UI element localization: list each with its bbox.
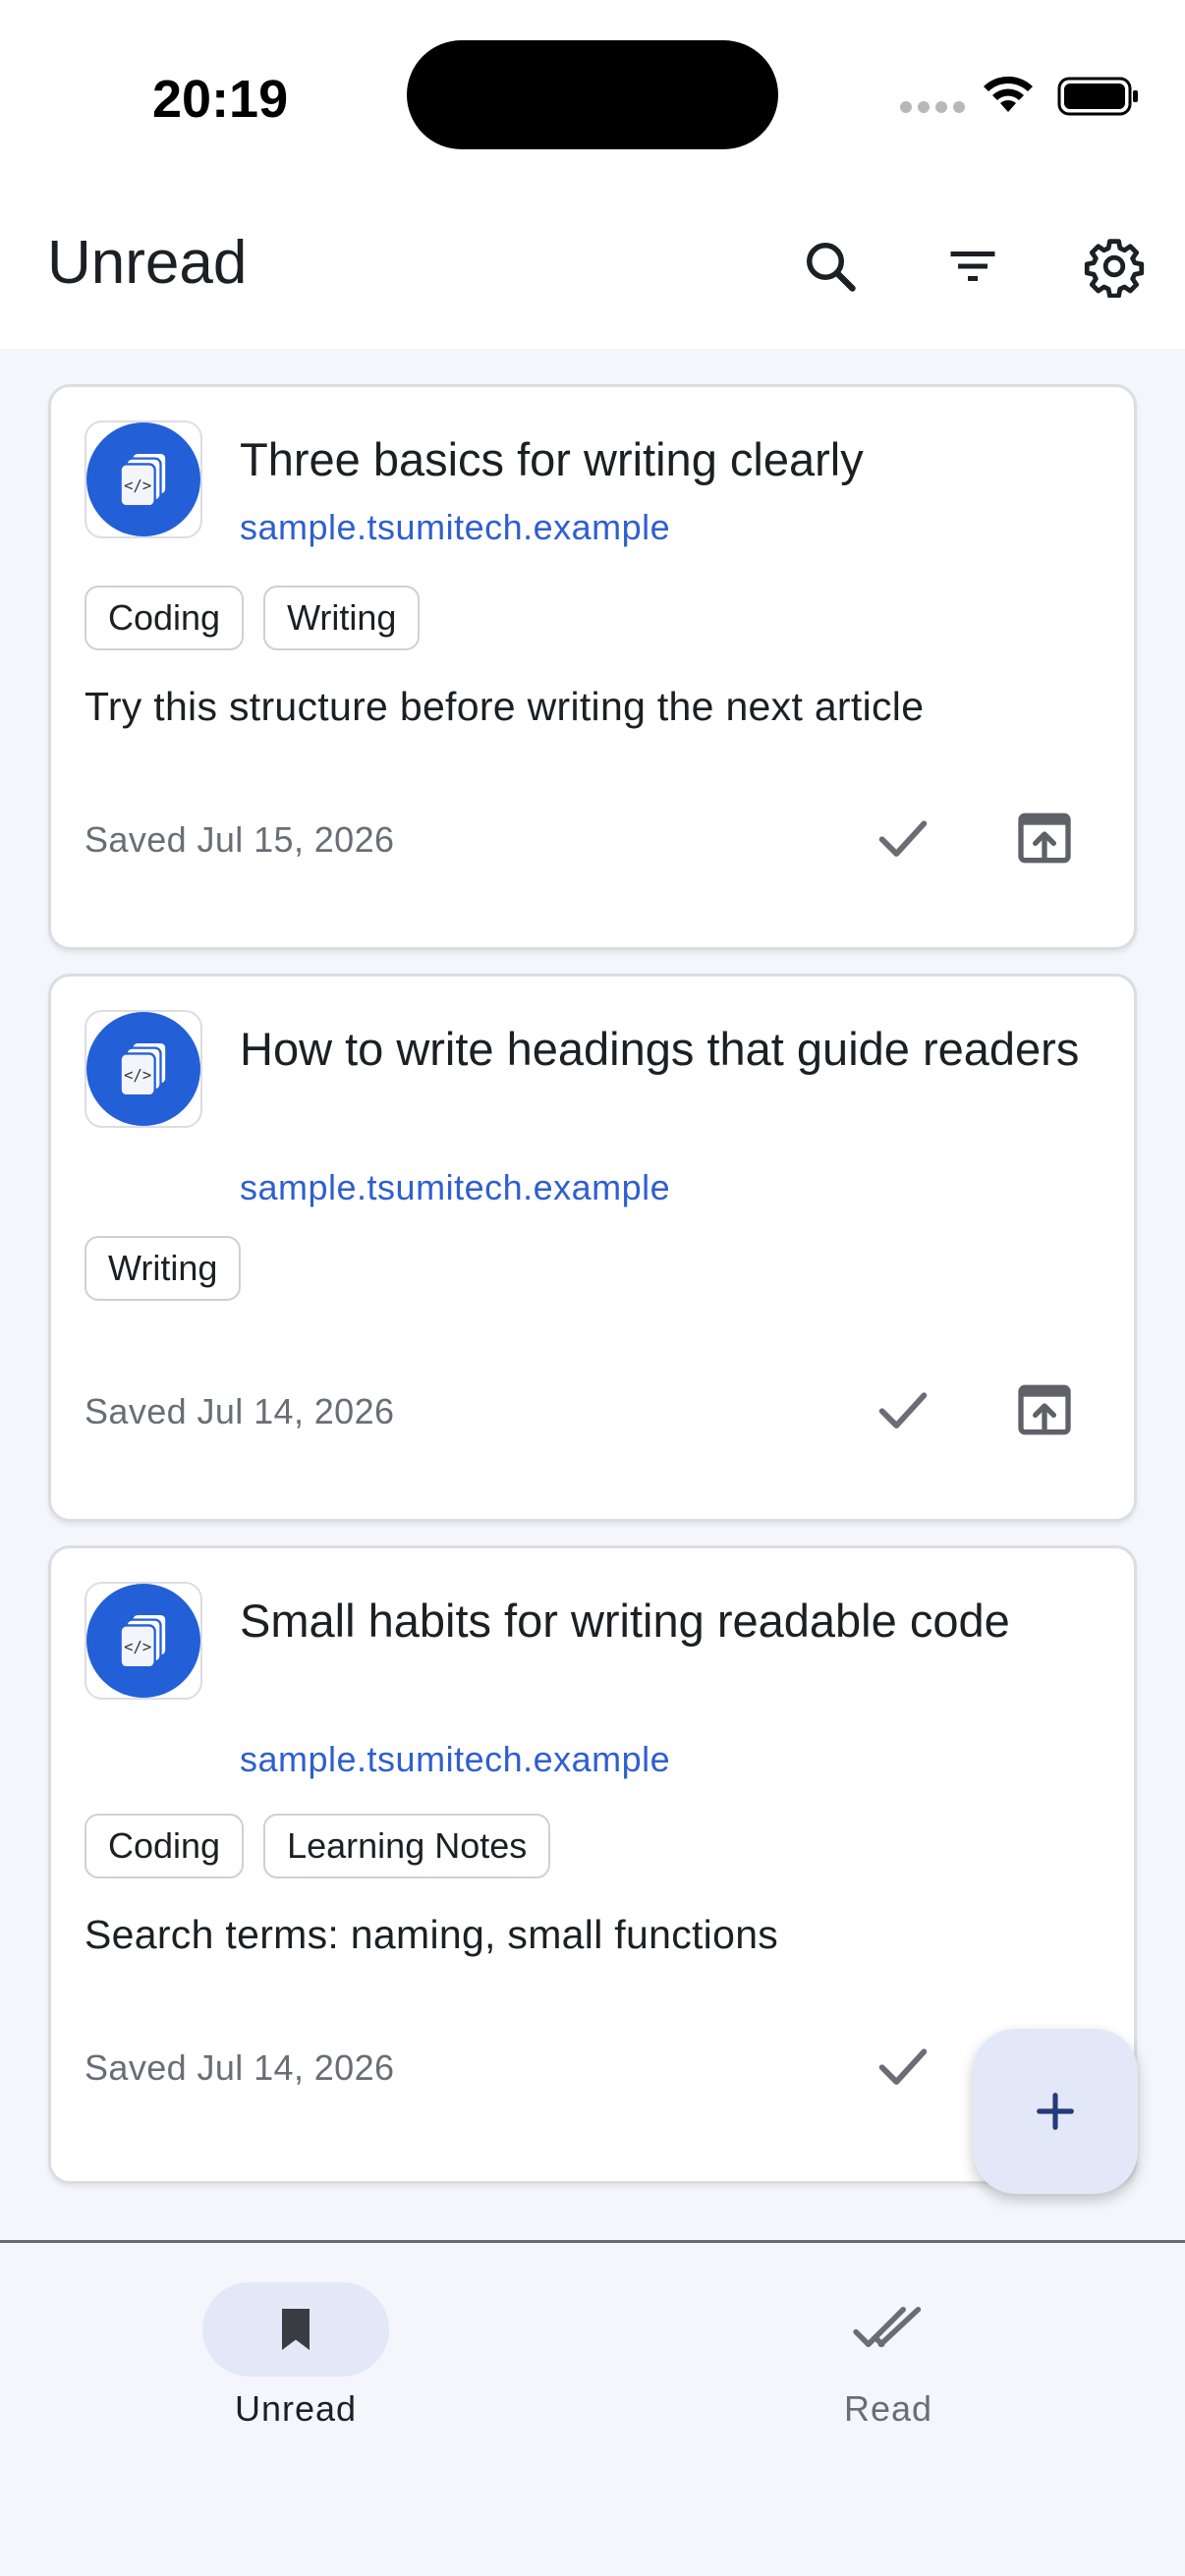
code-pages-icon: </> [119,1612,168,1669]
wifi-icon [984,76,1033,112]
page-title: Unread [47,229,248,297]
article-thumbnail: </> [85,420,202,538]
add-article-button[interactable] [973,2029,1138,2194]
open-in-browser-icon [1018,1384,1071,1435]
status-icons [861,0,1185,187]
nav-label: Unread [234,2388,358,2429]
check-icon [878,820,928,857]
article-title: Small habits for writing readable code [240,1595,1010,1647]
nav-item-read[interactable]: Read [741,2282,1036,2449]
mark-read-button[interactable] [859,1366,947,1454]
mark-read-button[interactable] [859,794,947,882]
open-article-button[interactable] [1000,794,1089,882]
code-pages-icon: </> [119,451,168,508]
code-pages-icon: </> [119,1040,168,1097]
article-title: How to write headings that guide readers [240,1023,1080,1075]
open-article-button[interactable] [1000,1366,1089,1454]
bookmark-icon [282,2309,310,2350]
double-check-icon [853,2306,922,2347]
article-card[interactable]: </> Three basics for writing clearly sam… [48,384,1137,950]
saved-date: Saved Jul 14, 2026 [85,2047,395,2088]
article-thumbnail: </> [85,1582,202,1700]
settings-button[interactable] [1070,222,1158,310]
mark-read-button[interactable] [859,2022,947,2110]
tag-chip[interactable]: Learning Notes [263,1814,551,1878]
filter-icon [950,252,995,281]
check-icon [878,2048,928,2085]
battery-icon [1057,77,1138,116]
nav-icon-wrap [795,2282,982,2377]
status-bar: 20:19 [0,0,1185,187]
plus-icon [1037,2093,1074,2130]
nav-active-indicator [202,2282,389,2377]
open-in-browser-icon [1018,812,1071,864]
tag-chip[interactable]: Coding [85,1814,245,1878]
filter-button[interactable] [929,222,1017,310]
app-bar: Unread [0,187,1185,349]
article-note: Try this structure before writing the ne… [85,684,925,729]
article-note: Search terms: naming, small functions [85,1912,779,1957]
article-thumbnail: </> [85,1010,202,1128]
saved-date: Saved Jul 15, 2026 [85,819,395,860]
search-button[interactable] [786,222,875,310]
check-icon [878,1392,928,1428]
tag-list: Coding Writing [85,586,421,650]
tag-chip[interactable]: Writing [85,1236,242,1301]
svg-text:</>: </> [124,1639,151,1656]
nav-label: Read [843,2388,933,2429]
bottom-navigation: Unread Read [0,2240,1185,2576]
svg-text:</>: </> [124,477,151,495]
dynamic-island [407,40,778,149]
tag-chip[interactable]: Coding [85,586,245,650]
article-domain: sample.tsumitech.example [240,1167,671,1207]
status-time: 20:19 [152,70,289,129]
nav-item-unread[interactable]: Unread [148,2282,443,2449]
gear-icon [1084,239,1145,298]
saved-date: Saved Jul 14, 2026 [85,1391,395,1431]
tag-list: Writing [85,1236,242,1301]
tag-list: Coding Learning Notes [85,1814,551,1878]
tag-chip[interactable]: Writing [263,586,421,650]
article-domain: sample.tsumitech.example [240,1739,671,1779]
article-card[interactable]: </> How to write headings that guide rea… [48,974,1137,1522]
cellular-signal-icon [900,101,965,113]
search-icon [807,243,856,292]
article-title: Three basics for writing clearly [240,433,864,485]
svg-text:</>: </> [124,1067,151,1085]
article-domain: sample.tsumitech.example [240,507,671,547]
